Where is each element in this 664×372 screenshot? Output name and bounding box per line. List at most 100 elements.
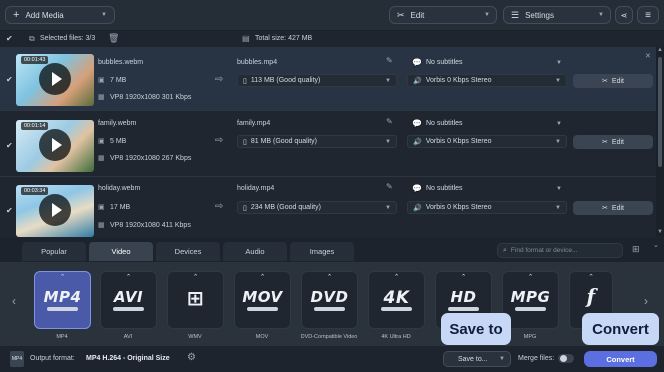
share-button[interactable]: ⋖	[615, 6, 633, 24]
video-thumbnail[interactable]: 00:01:14	[16, 120, 94, 172]
document-icon: ▯	[243, 77, 247, 85]
windows-logo-icon: ⊞	[186, 286, 205, 310]
chevron-down-icon: ▼	[484, 12, 490, 18]
sliders-icon: ☰	[511, 9, 520, 20]
hd-logo: HD	[450, 288, 477, 306]
edit-dropdown[interactable]: ✂ Edit ▼	[389, 6, 497, 24]
tools-icon: ✂	[397, 9, 405, 20]
audio-dropdown[interactable]: 🔊 Vorbis 0 Kbps Stereo ▼	[407, 74, 567, 87]
edit-file-button[interactable]: ✂ Edit	[573, 74, 653, 88]
scroll-thumb[interactable]	[658, 57, 662, 167]
scroll-down-icon[interactable]: ▼	[657, 229, 663, 235]
trash-icon[interactable]: 🗑	[108, 33, 119, 44]
edit-file-button[interactable]: ✂ Edit	[573, 201, 653, 215]
share-icon: ⋖	[620, 10, 628, 20]
file-row[interactable]: ✔ 00:01:43 bubbles.webm ▣ 7 MB ▦ VP8 192…	[0, 47, 656, 111]
file-row[interactable]: ✔ 00:01:14 family.webm ▣ 5 MB ▦ VP8 1920…	[0, 113, 656, 177]
convert-button[interactable]: Convert	[584, 351, 657, 367]
format-4k[interactable]: ⌃ 4K	[368, 271, 425, 329]
subtitles-dropdown[interactable]: 💬 No subtitles ▼	[407, 182, 567, 195]
chevron-down-icon: ▼	[385, 138, 391, 145]
settings-dropdown[interactable]: ☰ Settings ▼	[503, 6, 611, 24]
file-checkbox[interactable]: ✔	[6, 142, 14, 150]
save-to-dropdown[interactable]: Save to... ▼	[443, 351, 511, 367]
menu-button[interactable]: ≡	[637, 6, 659, 24]
output-format-icon: MP4	[10, 351, 24, 367]
tab-video[interactable]: Video	[89, 242, 153, 261]
selected-files-text: Selected files: 3/3	[40, 35, 96, 42]
speaker-icon: 🔊	[413, 77, 422, 85]
source-filename: family.webm	[98, 120, 137, 127]
subtitles-text: No subtitles	[425, 120, 463, 127]
video-thumbnail[interactable]: 00:01:43	[16, 54, 94, 106]
tools-icon: ✂	[602, 139, 608, 146]
file-checkbox[interactable]: ✔	[6, 207, 14, 215]
file-row[interactable]: ✔ 00:03:34 holiday.webm ▣ 17 MB ▦ VP8 19…	[0, 178, 656, 237]
format-wmv[interactable]: ⌃ ⊞	[167, 271, 224, 329]
format-label: MP4	[56, 334, 68, 340]
output-filename[interactable]: bubbles.mp4	[237, 59, 277, 66]
format-avi[interactable]: ⌃ AVI	[100, 271, 157, 329]
video-thumbnail[interactable]: 00:03:34	[16, 185, 94, 237]
play-icon[interactable]	[39, 129, 71, 161]
chevron-up-icon: ⌃	[460, 274, 467, 281]
chevron-down-icon: ▼	[556, 120, 562, 127]
chevron-down-icon: ▼	[555, 138, 561, 145]
format-mov[interactable]: ⌃ MOV	[234, 271, 291, 329]
merge-files-toggle[interactable]	[558, 354, 574, 363]
play-icon[interactable]	[39, 194, 71, 226]
gear-icon[interactable]: ⚙	[187, 352, 196, 363]
format-label: AVI	[123, 334, 133, 340]
chevron-left-icon[interactable]: ‹	[12, 294, 16, 308]
chevron-up-icon: ⌃	[527, 274, 534, 281]
edit-file-label: Edit	[611, 77, 624, 85]
output-size-dropdown[interactable]: ▯ 234 MB (Good quality) ▼	[237, 201, 397, 214]
format-dvd[interactable]: ⌃ DVD	[301, 271, 358, 329]
convert-label: Convert	[606, 354, 635, 364]
format-search-input[interactable]: ⌕ Find format or device...	[497, 243, 623, 258]
source-size: 7 MB	[110, 77, 127, 84]
scroll-up-icon[interactable]: ▲	[657, 47, 663, 53]
film-icon: ▦	[98, 94, 105, 101]
file-checkbox[interactable]: ✔	[6, 76, 14, 84]
file-list-scrollbar[interactable]: ▲ ▼	[656, 47, 664, 237]
output-format-value[interactable]: MP4 H.264 - Original Size	[86, 355, 170, 362]
tab-label: Images	[309, 247, 335, 256]
pencil-icon[interactable]: ✎	[386, 182, 393, 191]
pencil-icon[interactable]: ✎	[386, 56, 393, 65]
subtitles-dropdown[interactable]: 💬 No subtitles ▼	[407, 117, 567, 130]
subtitles-dropdown[interactable]: 💬 No subtitles ▼	[407, 56, 567, 69]
chevron-right-icon[interactable]: ›	[644, 294, 648, 308]
source-filename: holiday.webm	[98, 185, 141, 192]
format-label: MOV	[255, 334, 269, 340]
add-media-button[interactable]: + Add Media ▼	[5, 6, 115, 24]
tab-popular[interactable]: Popular	[22, 242, 86, 261]
speaker-icon: 🔊	[413, 204, 422, 212]
tab-audio[interactable]: Audio	[223, 242, 287, 261]
output-format-label: Output format:	[30, 355, 75, 362]
pencil-icon[interactable]: ✎	[386, 117, 393, 126]
close-icon[interactable]: ✕	[645, 52, 651, 60]
audio-text: Vorbis 0 Kbps Stereo	[425, 77, 492, 84]
tab-devices[interactable]: Devices	[156, 242, 220, 261]
menu-icon: ≡	[645, 9, 651, 21]
tab-images[interactable]: Images	[290, 242, 354, 261]
select-all-checkbox[interactable]: ✔	[6, 35, 14, 43]
output-filename[interactable]: family.mp4	[237, 120, 270, 127]
audio-text: Vorbis 0 Kbps Stereo	[425, 204, 492, 211]
source-filename: bubbles.webm	[98, 59, 144, 66]
format-mp4[interactable]: ⌃ MP4	[34, 271, 91, 329]
logo-underline	[47, 307, 78, 311]
collapse-chevron-icon[interactable]: ⌄	[653, 241, 659, 249]
play-icon[interactable]	[39, 63, 71, 95]
edit-file-button[interactable]: ✂ Edit	[573, 135, 653, 149]
audio-dropdown[interactable]: 🔊 Vorbis 0 Kbps Stereo ▼	[407, 135, 567, 148]
output-filename[interactable]: holiday.mp4	[237, 185, 274, 192]
chevron-down-icon: ▼	[598, 12, 604, 18]
edit-file-label: Edit	[611, 138, 624, 146]
logo-underline	[314, 307, 345, 311]
output-size-dropdown[interactable]: ▯ 81 MB (Good quality) ▼	[237, 135, 397, 148]
add-format-icon[interactable]: ⊞	[632, 244, 640, 255]
output-size-dropdown[interactable]: ▯ 113 MB (Good quality) ▼	[237, 74, 397, 87]
audio-dropdown[interactable]: 🔊 Vorbis 0 Kbps Stereo ▼	[407, 201, 567, 214]
